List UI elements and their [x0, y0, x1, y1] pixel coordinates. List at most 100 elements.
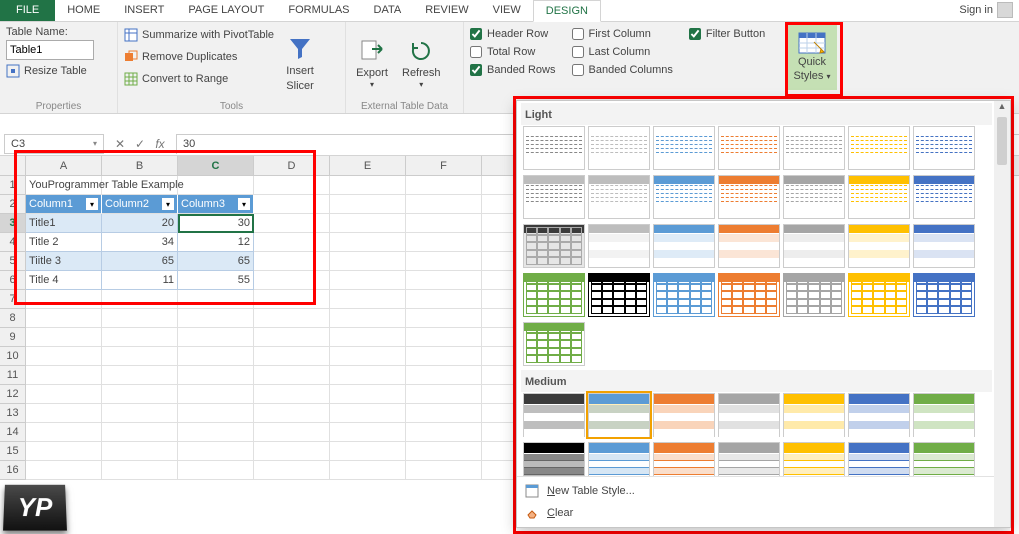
table-style-swatch[interactable]: [653, 126, 715, 170]
filter-button-checkbox[interactable]: Filter Button: [689, 28, 765, 40]
table-style-swatch[interactable]: [718, 126, 780, 170]
cell[interactable]: [178, 328, 254, 347]
cell[interactable]: [254, 347, 330, 366]
cell[interactable]: [26, 328, 102, 347]
col-header-b[interactable]: B: [102, 156, 178, 175]
cell[interactable]: [254, 176, 330, 195]
table-style-swatch[interactable]: [848, 175, 910, 219]
cell[interactable]: [330, 404, 406, 423]
quick-styles-button[interactable]: Quick Styles ▾: [787, 24, 837, 90]
cell[interactable]: [330, 290, 406, 309]
cell[interactable]: 65: [102, 252, 178, 271]
table-style-swatch[interactable]: [783, 393, 845, 437]
cell[interactable]: [406, 461, 482, 480]
cell[interactable]: [26, 385, 102, 404]
cell[interactable]: [178, 347, 254, 366]
header-row-checkbox[interactable]: Header Row: [470, 28, 556, 40]
gallery-scrollbar[interactable]: ▲: [994, 101, 1010, 527]
cell[interactable]: [254, 214, 330, 233]
row-header[interactable]: 7: [0, 290, 26, 309]
table-style-swatch[interactable]: [653, 442, 715, 476]
table-style-swatch[interactable]: [523, 126, 585, 170]
cancel-formula-icon[interactable]: ✕: [112, 137, 128, 151]
tab-review[interactable]: REVIEW: [413, 0, 480, 21]
table-style-swatch[interactable]: [718, 273, 780, 317]
row-header[interactable]: 11: [0, 366, 26, 385]
row-header[interactable]: 6: [0, 271, 26, 290]
cell[interactable]: [254, 309, 330, 328]
table-style-swatch[interactable]: [913, 273, 975, 317]
cell[interactable]: [26, 423, 102, 442]
refresh-button[interactable]: Refresh▾: [398, 26, 445, 99]
cell[interactable]: [26, 290, 102, 309]
tab-formulas[interactable]: FORMULAS: [276, 0, 361, 21]
filter-dropdown-icon[interactable]: ▾: [162, 198, 174, 210]
row-header[interactable]: 5: [0, 252, 26, 271]
cell[interactable]: [26, 366, 102, 385]
table-style-swatch[interactable]: [783, 273, 845, 317]
cell[interactable]: [102, 404, 178, 423]
insert-slicer-button[interactable]: Insert Slicer: [280, 26, 320, 99]
cell[interactable]: [178, 442, 254, 461]
table-style-swatch[interactable]: [653, 393, 715, 437]
table-style-swatch[interactable]: [588, 126, 650, 170]
cell[interactable]: [102, 347, 178, 366]
cell[interactable]: [330, 233, 406, 252]
cell[interactable]: 11: [102, 271, 178, 290]
cell[interactable]: [178, 461, 254, 480]
cell[interactable]: [102, 442, 178, 461]
table-style-swatch[interactable]: [588, 442, 650, 476]
row-header[interactable]: 12: [0, 385, 26, 404]
cell[interactable]: [406, 271, 482, 290]
total-row-checkbox[interactable]: Total Row: [470, 46, 556, 58]
col-header-d[interactable]: D: [254, 156, 330, 175]
table-style-swatch[interactable]: [848, 393, 910, 437]
row-header[interactable]: 13: [0, 404, 26, 423]
new-table-style-button[interactable]: New Table Style...: [523, 481, 1004, 501]
row-header[interactable]: 14: [0, 423, 26, 442]
cell[interactable]: [406, 423, 482, 442]
table-header[interactable]: Column3▾: [178, 195, 254, 214]
cell[interactable]: [254, 195, 330, 214]
banded-rows-checkbox[interactable]: Banded Rows: [470, 64, 556, 76]
cell[interactable]: [102, 385, 178, 404]
cell[interactable]: [102, 461, 178, 480]
enter-formula-icon[interactable]: ✓: [132, 137, 148, 151]
cell[interactable]: [330, 385, 406, 404]
table-style-swatch[interactable]: [588, 273, 650, 317]
cell[interactable]: Title1: [26, 214, 102, 233]
cell[interactable]: 12: [178, 233, 254, 252]
cell[interactable]: [406, 366, 482, 385]
filter-dropdown-icon[interactable]: ▾: [86, 198, 98, 210]
cell[interactable]: Tiitle 3: [26, 252, 102, 271]
cell[interactable]: [102, 366, 178, 385]
cell[interactable]: [330, 328, 406, 347]
cell[interactable]: 65: [178, 252, 254, 271]
cell[interactable]: [26, 442, 102, 461]
cell[interactable]: 55: [178, 271, 254, 290]
table-style-swatch[interactable]: [718, 393, 780, 437]
cell[interactable]: [254, 271, 330, 290]
table-header[interactable]: Column2▾: [102, 195, 178, 214]
table-style-swatch[interactable]: [783, 224, 845, 268]
row-header[interactable]: 2: [0, 195, 26, 214]
cell[interactable]: [178, 290, 254, 309]
table-style-swatch[interactable]: [523, 393, 585, 437]
table-style-swatch[interactable]: [848, 126, 910, 170]
table-style-swatch[interactable]: [913, 393, 975, 437]
row-header[interactable]: 16: [0, 461, 26, 480]
cell[interactable]: Title 4: [26, 271, 102, 290]
tab-page-layout[interactable]: PAGE LAYOUT: [176, 0, 276, 21]
tab-home[interactable]: HOME: [55, 0, 112, 21]
fx-icon[interactable]: fx: [152, 137, 168, 151]
row-header[interactable]: 15: [0, 442, 26, 461]
tab-insert[interactable]: INSERT: [112, 0, 176, 21]
row-header[interactable]: 10: [0, 347, 26, 366]
cell[interactable]: [330, 461, 406, 480]
table-style-swatch[interactable]: [523, 175, 585, 219]
cell[interactable]: [254, 404, 330, 423]
table-name-input[interactable]: [6, 40, 94, 60]
cell[interactable]: [330, 214, 406, 233]
cell[interactable]: [254, 442, 330, 461]
cell[interactable]: [178, 423, 254, 442]
